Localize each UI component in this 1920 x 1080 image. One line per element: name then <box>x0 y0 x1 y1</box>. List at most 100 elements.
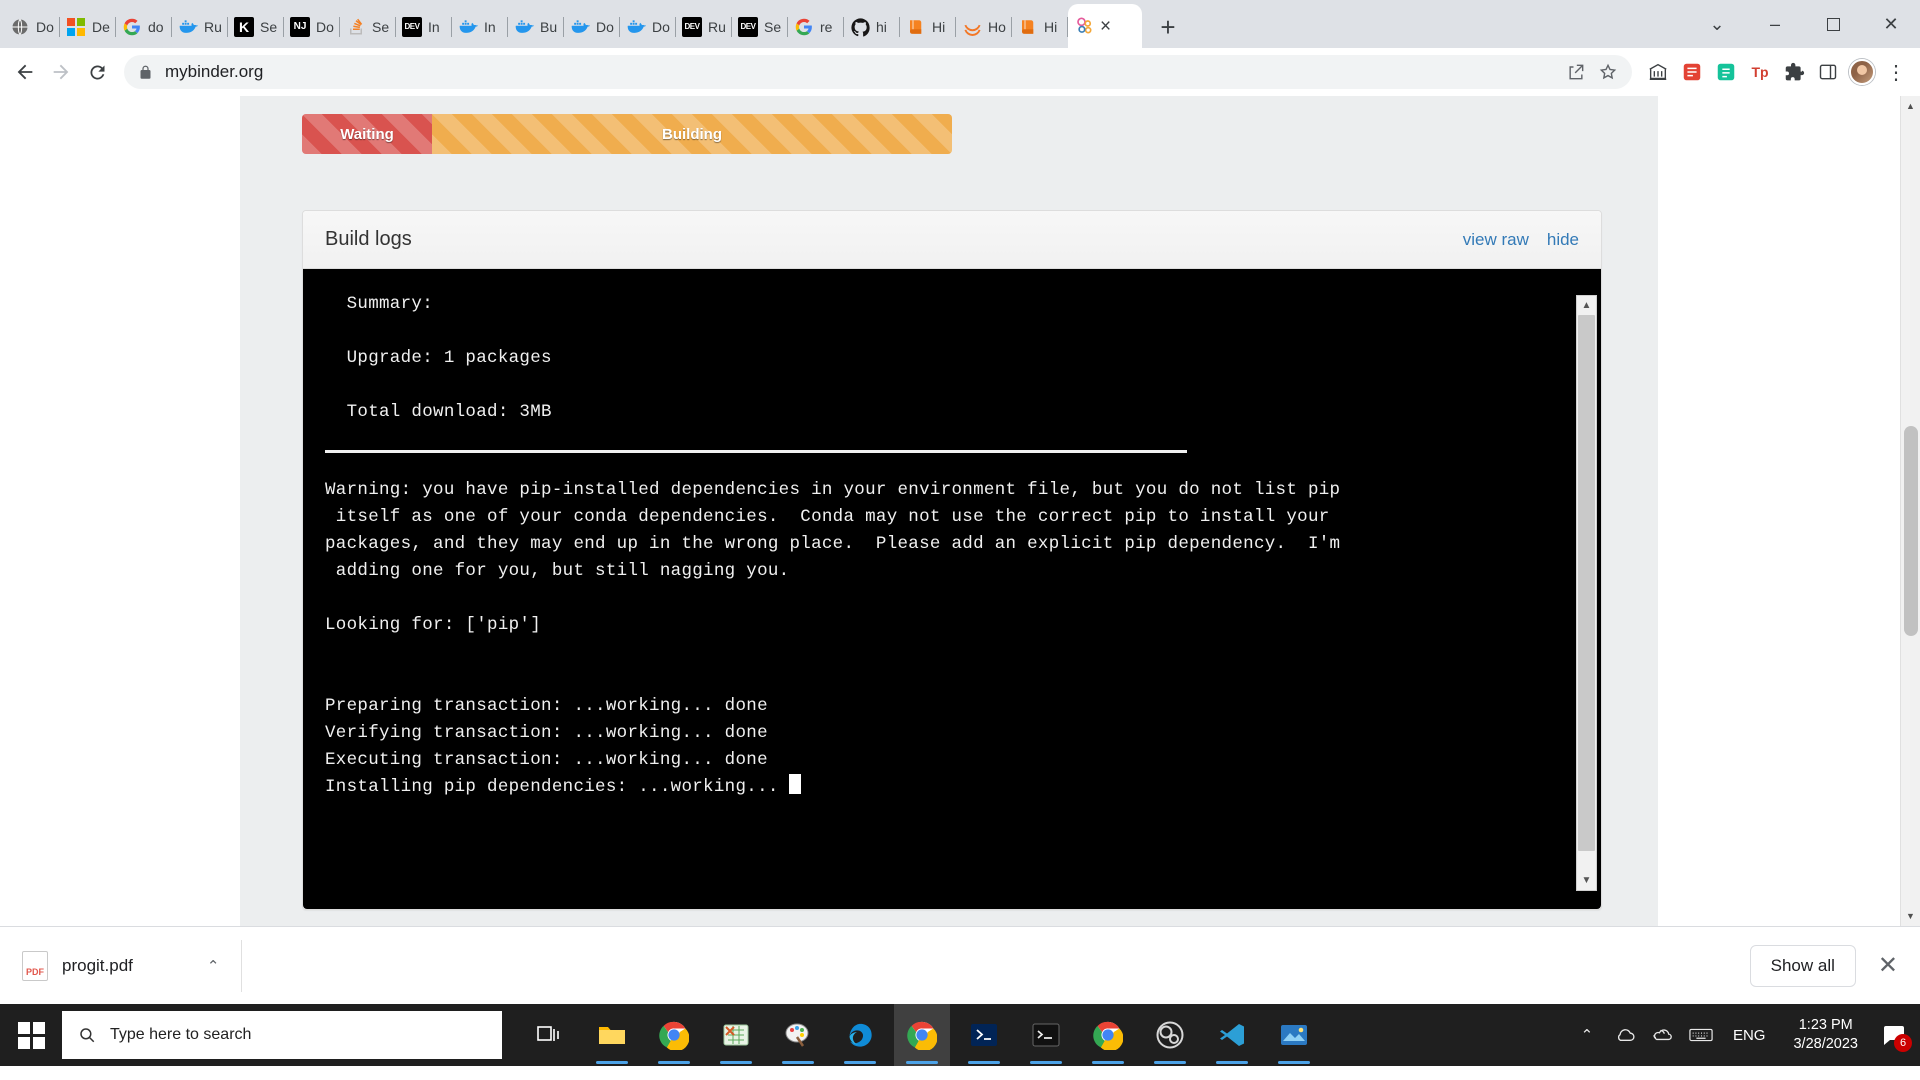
browser-tab[interactable]: Do <box>4 6 60 48</box>
address-bar[interactable]: mybinder.org <box>124 55 1632 89</box>
windows-taskbar: Type here to search ⌃ ENG 1:23 PM 3/28/2… <box>0 1004 1920 1066</box>
progress-segment-waiting: Waiting <box>302 114 432 154</box>
file-explorer-icon[interactable] <box>584 1004 640 1066</box>
build-progress-bar: Waiting Building <box>302 114 952 154</box>
browser-tab-active[interactable]: × <box>1068 4 1142 48</box>
page-scroll-up-arrow[interactable]: ▲ <box>1901 96 1920 116</box>
terminal-tail-lines: Looking for: ['pip'] Preparing transacti… <box>325 612 1601 801</box>
onedrive-icon[interactable] <box>1645 1004 1681 1066</box>
browser-tab[interactable]: Do <box>620 6 676 48</box>
browser-tab[interactable]: do <box>116 6 172 48</box>
browser-tab[interactable]: DEV Se <box>732 6 788 48</box>
grammarly-icon[interactable] <box>1710 56 1742 88</box>
browser-tab[interactable]: In <box>452 6 508 48</box>
chevron-up-icon[interactable]: ⌃ <box>1569 1004 1605 1066</box>
terminal-warning-lines: Warning: you have pip-installed dependen… <box>325 480 1341 581</box>
clock-date: 3/28/2023 <box>1793 1036 1858 1052</box>
new-tab-button[interactable]: + <box>1150 9 1186 45</box>
chrome-icon[interactable] <box>646 1004 702 1066</box>
github-icon <box>850 17 870 37</box>
browser-tab[interactable]: Hi <box>900 6 956 48</box>
download-menu-caret[interactable]: ⌃ <box>207 957 220 975</box>
browser-tab[interactable]: hi <box>844 6 900 48</box>
task-view-icon[interactable] <box>522 1004 578 1066</box>
powershell-icon[interactable] <box>956 1004 1012 1066</box>
browser-tab[interactable]: Ru <box>172 6 228 48</box>
browser-tab[interactable]: Bu <box>508 6 564 48</box>
dev-icon: DEV <box>402 17 422 37</box>
page-scrollbar[interactable]: ▲ ▼ <box>1900 96 1920 926</box>
star-icon[interactable] <box>1598 62 1618 82</box>
browser-tab-title: In <box>428 19 440 35</box>
forward-button[interactable] <box>44 55 78 89</box>
window-controls: ⌄ – ✕ <box>1688 0 1920 48</box>
avatar[interactable] <box>1846 56 1878 88</box>
terminal-scroll-thumb[interactable] <box>1578 315 1595 851</box>
sidepanel-icon[interactable] <box>1812 56 1844 88</box>
cloud-icon[interactable] <box>1607 1004 1643 1066</box>
browser-tab-title: Do <box>36 19 54 35</box>
keyboard-icon[interactable] <box>1683 1004 1719 1066</box>
page-scroll-thumb[interactable] <box>1904 426 1918 636</box>
edge-icon[interactable] <box>832 1004 888 1066</box>
browser-tab[interactable]: NJ Do <box>284 6 340 48</box>
browser-tab[interactable]: Hi <box>1012 6 1068 48</box>
browser-tab[interactable]: Do <box>564 6 620 48</box>
close-download-shelf-button[interactable]: ✕ <box>1878 951 1898 980</box>
vscode-icon[interactable] <box>1204 1004 1260 1066</box>
minimize-button[interactable]: – <box>1746 0 1804 48</box>
download-shelf: PDF progit.pdf ⌃ Show all ✕ <box>0 926 1920 1004</box>
tab-search-button[interactable]: ⌄ <box>1688 0 1746 48</box>
hide-link[interactable]: hide <box>1547 230 1579 250</box>
clock[interactable]: 1:23 PM 3/28/2023 <box>1779 1016 1872 1054</box>
browser-tab[interactable]: Se <box>340 6 396 48</box>
build-logs-terminal[interactable]: Summary: Upgrade: 1 packages Total downl… <box>303 269 1601 909</box>
terminal-icon[interactable] <box>1018 1004 1074 1066</box>
obs-icon[interactable] <box>1142 1004 1198 1066</box>
excel-icon[interactable] <box>708 1004 764 1066</box>
download-item[interactable]: PDF progit.pdf ⌃ <box>22 939 243 992</box>
browser-tab-title: Hi <box>1044 19 1058 35</box>
close-window-button[interactable]: ✕ <box>1862 0 1920 48</box>
docker-icon <box>178 17 198 37</box>
browser-tab[interactable]: De <box>60 6 116 48</box>
paint-icon[interactable] <box>770 1004 826 1066</box>
tp-icon[interactable]: Tp <box>1744 56 1776 88</box>
chrome-active-icon[interactable] <box>894 1004 950 1066</box>
browser-tab-title: Hi <box>932 19 946 35</box>
browser-toolbar: mybinder.org Tp ⋮ <box>0 48 1920 96</box>
view-raw-link[interactable]: view raw <box>1463 230 1529 250</box>
close-tab-icon[interactable]: × <box>1100 17 1111 36</box>
chrome-2-icon[interactable] <box>1080 1004 1136 1066</box>
bank-icon[interactable] <box>1642 56 1674 88</box>
browser-tab[interactable]: DEV Ru <box>676 6 732 48</box>
terminal-scrollbar[interactable]: ▲ ▼ <box>1576 295 1597 891</box>
photos-icon[interactable] <box>1266 1004 1322 1066</box>
book-icon <box>1018 17 1038 37</box>
reload-button[interactable] <box>80 55 114 89</box>
terminal-scroll-up-arrow[interactable]: ▲ <box>1577 296 1596 315</box>
show-all-downloads-button[interactable]: Show all <box>1749 944 1856 987</box>
terminal-summary-lines: Summary: Upgrade: 1 packages Total downl… <box>346 294 552 422</box>
browser-tab[interactable]: K Se <box>228 6 284 48</box>
language-indicator[interactable]: ENG <box>1721 1027 1778 1044</box>
page-scroll-down-arrow[interactable]: ▼ <box>1901 906 1920 926</box>
browser-tab[interactable]: re <box>788 6 844 48</box>
search-icon <box>78 1026 96 1044</box>
browser-tab[interactable]: DEV In <box>396 6 452 48</box>
chrome-menu-button[interactable]: ⋮ <box>1880 56 1912 88</box>
share-icon[interactable] <box>1566 62 1586 82</box>
back-button[interactable] <box>8 55 42 89</box>
notification-center-icon[interactable]: 6 <box>1874 1004 1914 1066</box>
terminal-scroll-down-arrow[interactable]: ▼ <box>1577 871 1596 890</box>
maximize-button[interactable] <box>1804 0 1862 48</box>
browser-tab-title: Se <box>260 19 278 35</box>
search-input[interactable]: Type here to search <box>62 1011 502 1059</box>
puzzle-icon[interactable] <box>1778 56 1810 88</box>
browser-tab[interactable]: Ho <box>956 6 1012 48</box>
windows-start-icon[interactable] <box>0 1004 62 1066</box>
red-book-icon[interactable] <box>1676 56 1708 88</box>
browser-tab-strip: Do De do Ru K Se NJ Do Se DEV In In Bu Do Do DEV Ru DEV Se… <box>0 0 1920 48</box>
google-icon <box>122 17 142 37</box>
globe-icon <box>10 17 30 37</box>
